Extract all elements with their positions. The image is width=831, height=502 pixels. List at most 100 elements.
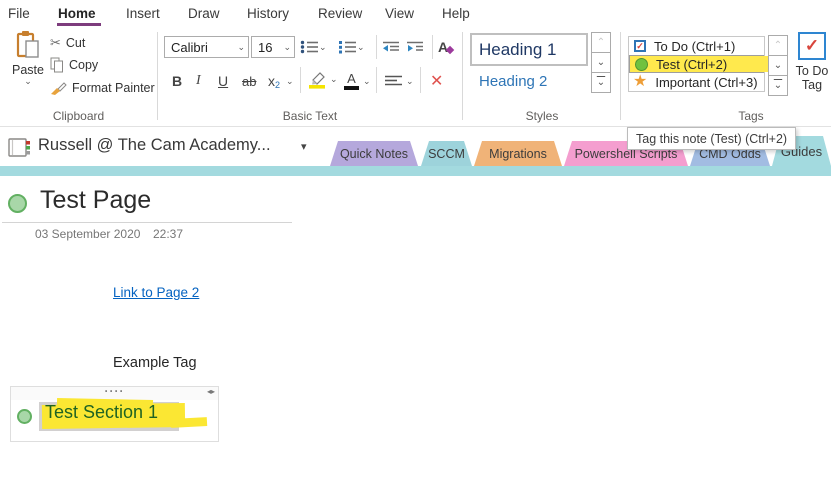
gallery-more-button[interactable]: ⌄: [768, 75, 788, 96]
chevron-more-icon: ⌄: [596, 77, 606, 88]
cut-button[interactable]: ✂ Cut: [50, 34, 85, 52]
page-title[interactable]: Test Page: [40, 186, 151, 215]
tooltip-text: Tag this note (Test) (Ctrl+2): [636, 131, 788, 146]
font-size-select[interactable]: 16 ⌄: [251, 36, 295, 58]
menu-review[interactable]: Review: [318, 6, 362, 21]
note-container-header[interactable]: ···· ◂▸: [11, 384, 218, 400]
resize-arrows-icon[interactable]: ◂▸: [207, 387, 215, 396]
delete-button[interactable]: ✕: [430, 69, 443, 93]
chevron-down-icon: ⌄: [283, 41, 291, 52]
font-name-select[interactable]: Calibri ⌄: [164, 36, 249, 58]
font-color-letter: A: [347, 71, 356, 87]
scroll-down-button[interactable]: ⌄: [768, 55, 788, 76]
todo-tag-button[interactable]: ✓ To Do Tag: [793, 32, 831, 93]
chevron-down-icon: ⌄: [237, 41, 245, 52]
scroll-down-button[interactable]: ⌄: [591, 52, 611, 73]
note-text[interactable]: Test Section 1: [45, 402, 158, 423]
title-underline: [2, 222, 292, 223]
todo-tag-label-line1: To Do: [795, 64, 829, 78]
chevron-down-icon: ⌄: [596, 57, 606, 68]
menu-help[interactable]: Help: [442, 6, 470, 21]
menu-history[interactable]: History: [247, 6, 289, 21]
menu-draw[interactable]: Draw: [188, 6, 220, 21]
page-date: 03 September 2020: [35, 227, 141, 241]
decrease-indent-button[interactable]: [382, 36, 400, 58]
group-label-styles: Styles: [525, 109, 559, 123]
highlighter-icon: [309, 71, 325, 89]
eraser-icon: [446, 45, 455, 55]
page-title-tag-icon[interactable]: [8, 194, 27, 213]
page-time: 22:37: [153, 227, 184, 241]
link-to-page-2[interactable]: Link to Page 2: [113, 285, 199, 300]
highlighter-button[interactable]: ⌄: [308, 67, 338, 91]
style-heading2-label: Heading 2: [479, 73, 548, 90]
paste-label: Paste: [12, 63, 44, 77]
numbered-list-button[interactable]: ⌄: [338, 36, 365, 58]
chevron-down-icon: ⌄: [330, 73, 338, 84]
todo-checkbox-icon: ✓: [634, 40, 646, 52]
button-separator: [376, 67, 377, 93]
section-tab-quick-notes[interactable]: Quick Notes: [330, 141, 418, 166]
tag-important[interactable]: ★ Important (Ctrl+3): [629, 73, 764, 91]
chevron-down-icon: ⌄: [357, 41, 365, 52]
clear-formatting-button[interactable]: A: [438, 36, 455, 58]
paragraph-alignment-button[interactable]: ⌄: [384, 69, 414, 93]
copy-button[interactable]: Copy: [50, 56, 98, 74]
tag-important-label: Important (Ctrl+3): [655, 74, 758, 90]
subscript-button[interactable]: x 2 ⌄: [268, 69, 294, 93]
menu-insert[interactable]: Insert: [126, 6, 160, 21]
paste-button[interactable]: Paste ⌄: [6, 30, 50, 104]
drag-handle-icon[interactable]: ····: [11, 384, 218, 398]
group-label-clipboard: Clipboard: [52, 109, 105, 123]
tag-todo[interactable]: ✓ To Do (Ctrl+1): [629, 37, 764, 55]
bullet-list-icon: [300, 40, 318, 54]
notebook-dropdown-icon[interactable]: ▾: [301, 140, 307, 153]
strikethrough-button[interactable]: ab: [242, 69, 256, 93]
scroll-up-button[interactable]: ⌃: [591, 32, 611, 53]
menu-view[interactable]: View: [385, 6, 414, 21]
font-name-value: Calibri: [171, 39, 208, 55]
star-icon: ★: [633, 73, 648, 90]
decrease-indent-icon: [383, 41, 399, 51]
section-tab-migrations[interactable]: Migrations: [474, 141, 562, 166]
font-size-value: 16: [258, 39, 273, 55]
check-icon: ✓: [804, 36, 820, 56]
chevron-down-icon: ⌄: [773, 60, 783, 71]
underline-button[interactable]: U: [218, 69, 228, 93]
menu-file[interactable]: File: [8, 6, 30, 21]
copy-icon: [50, 57, 63, 73]
gallery-more-button[interactable]: ⌄: [591, 72, 611, 93]
section-tab-label: SCCM: [428, 146, 465, 161]
scroll-up-button[interactable]: ⌃: [768, 35, 788, 56]
italic-button[interactable]: I: [196, 69, 201, 93]
example-tag-text[interactable]: Example Tag: [113, 355, 197, 371]
active-tab-underline: [57, 23, 101, 26]
style-heading2[interactable]: Heading 2: [472, 67, 590, 96]
format-painter-label: Format Painter: [72, 81, 155, 95]
scissors-icon: ✂: [50, 35, 61, 50]
menu-home[interactable]: Home: [58, 6, 96, 21]
ribbon-menu-bar: File Home Insert Draw History Review Vie…: [0, 0, 831, 27]
notebook-title[interactable]: Russell @ The Cam Academy...: [38, 136, 271, 155]
tag-test[interactable]: Test (Ctrl+2): [629, 55, 772, 73]
test-circle-icon: [635, 57, 648, 71]
note-container[interactable]: ···· ◂▸ Test Section 1: [10, 384, 219, 442]
format-painter-button[interactable]: Format Painter: [50, 79, 155, 97]
subscript-icon: x: [268, 73, 275, 89]
ink-highlight-stroke: [170, 417, 208, 428]
subscript-digit: 2: [275, 79, 281, 90]
section-tab-sccm[interactable]: SCCM: [421, 141, 472, 166]
chevron-down-icon[interactable]: ⌄: [24, 77, 32, 86]
increase-indent-button[interactable]: [406, 36, 424, 58]
style-heading1[interactable]: Heading 1: [470, 33, 588, 66]
bold-button[interactable]: B: [172, 69, 182, 93]
font-color-button[interactable]: A ⌄: [344, 69, 371, 93]
strikethrough-icon: ab: [242, 73, 257, 89]
section-tab-label: Quick Notes: [339, 146, 409, 161]
styles-gallery-scroll: ⌃ ⌄ ⌄: [591, 32, 611, 93]
button-separator: [420, 67, 421, 93]
bullet-list-button[interactable]: ⌄: [300, 36, 327, 58]
test-tag-circle-icon[interactable]: [17, 409, 32, 424]
todo-tag-label-line2: Tag: [801, 78, 823, 93]
group-basic-text: Calibri ⌄ 16 ⌄ ⌄ ⌄ A B I U ab x 2 ⌄ ⌄ A …: [158, 27, 462, 126]
